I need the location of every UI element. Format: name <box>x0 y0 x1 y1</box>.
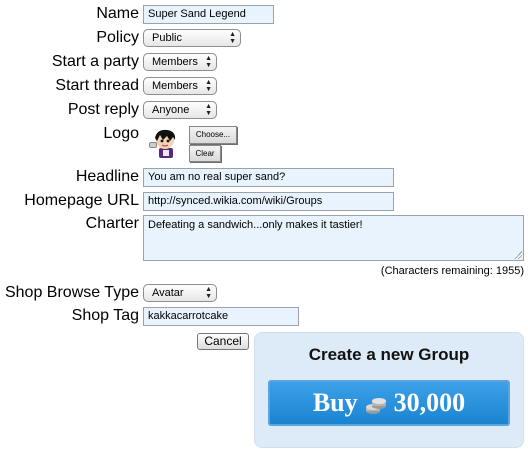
buy-label: Buy <box>312 388 358 417</box>
create-group-title: Create a new Group <box>308 345 470 364</box>
buy-price: 30,000 <box>393 388 466 417</box>
clear-logo-button[interactable]: Clear <box>189 145 221 162</box>
start-thread-label: Start thread <box>55 77 139 94</box>
post-reply-select[interactable]: Anyone ▲ ▼ <box>143 101 217 119</box>
resize-grip-icon[interactable] <box>514 251 522 259</box>
homepage-url-label: Homepage URL <box>24 192 139 209</box>
headline-label: Headline <box>75 168 139 185</box>
buy-group-button[interactable]: Buy 30,000 <box>268 380 510 426</box>
policy-select[interactable]: Public ▲ ▼ <box>143 29 241 47</box>
select-arrows-icon: ▲ ▼ <box>229 31 236 45</box>
avatar-logo <box>143 128 185 160</box>
name-label: Name <box>96 5 139 22</box>
homepage-url-input[interactable]: http://synced.wikia.com/wiki/Groups <box>143 192 394 211</box>
policy-select-value: Public <box>152 32 182 44</box>
select-arrows-icon: ▲ ▼ <box>205 79 212 93</box>
shop-browse-type-select[interactable]: Avatar ▲ ▼ <box>143 284 217 302</box>
choose-logo-button[interactable]: Choose... <box>189 126 237 144</box>
select-arrows-icon: ▲ ▼ <box>205 286 212 300</box>
post-reply-label: Post reply <box>67 101 139 118</box>
start-party-select[interactable]: Members ▲ ▼ <box>143 53 217 71</box>
start-party-label: Start a party <box>51 53 139 70</box>
characters-remaining: (Characters remaining: 1955) <box>380 265 524 277</box>
cancel-button[interactable]: Cancel <box>197 333 249 350</box>
name-input[interactable]: Super Sand Legend <box>143 5 274 24</box>
coin-stack-icon <box>364 393 388 414</box>
shop-tag-input[interactable]: kakkacarrotcake <box>143 307 299 326</box>
start-thread-select-value: Members <box>152 80 198 92</box>
select-arrows-icon: ▲ ▼ <box>205 55 212 69</box>
shop-tag-label: Shop Tag <box>71 307 139 324</box>
create-group-panel: Create a new Group Buy 30,000 <box>254 332 524 448</box>
post-reply-select-value: Anyone <box>152 104 190 116</box>
charter-textarea[interactable]: Defeating a sandwich...only makes it tas… <box>143 215 524 261</box>
charter-text: Defeating a sandwich...only makes it tas… <box>148 219 363 231</box>
shop-browse-type-value: Avatar <box>152 287 184 299</box>
start-thread-select[interactable]: Members ▲ ▼ <box>143 77 217 95</box>
policy-label: Policy <box>96 29 139 46</box>
headline-input[interactable]: You am no real super sand? <box>143 168 394 187</box>
logo-label: Logo <box>103 125 139 142</box>
select-arrows-icon: ▲ ▼ <box>205 103 212 117</box>
shop-browse-type-label: Shop Browse Type <box>4 284 139 301</box>
start-party-select-value: Members <box>152 56 198 68</box>
charter-label: Charter <box>85 215 139 232</box>
